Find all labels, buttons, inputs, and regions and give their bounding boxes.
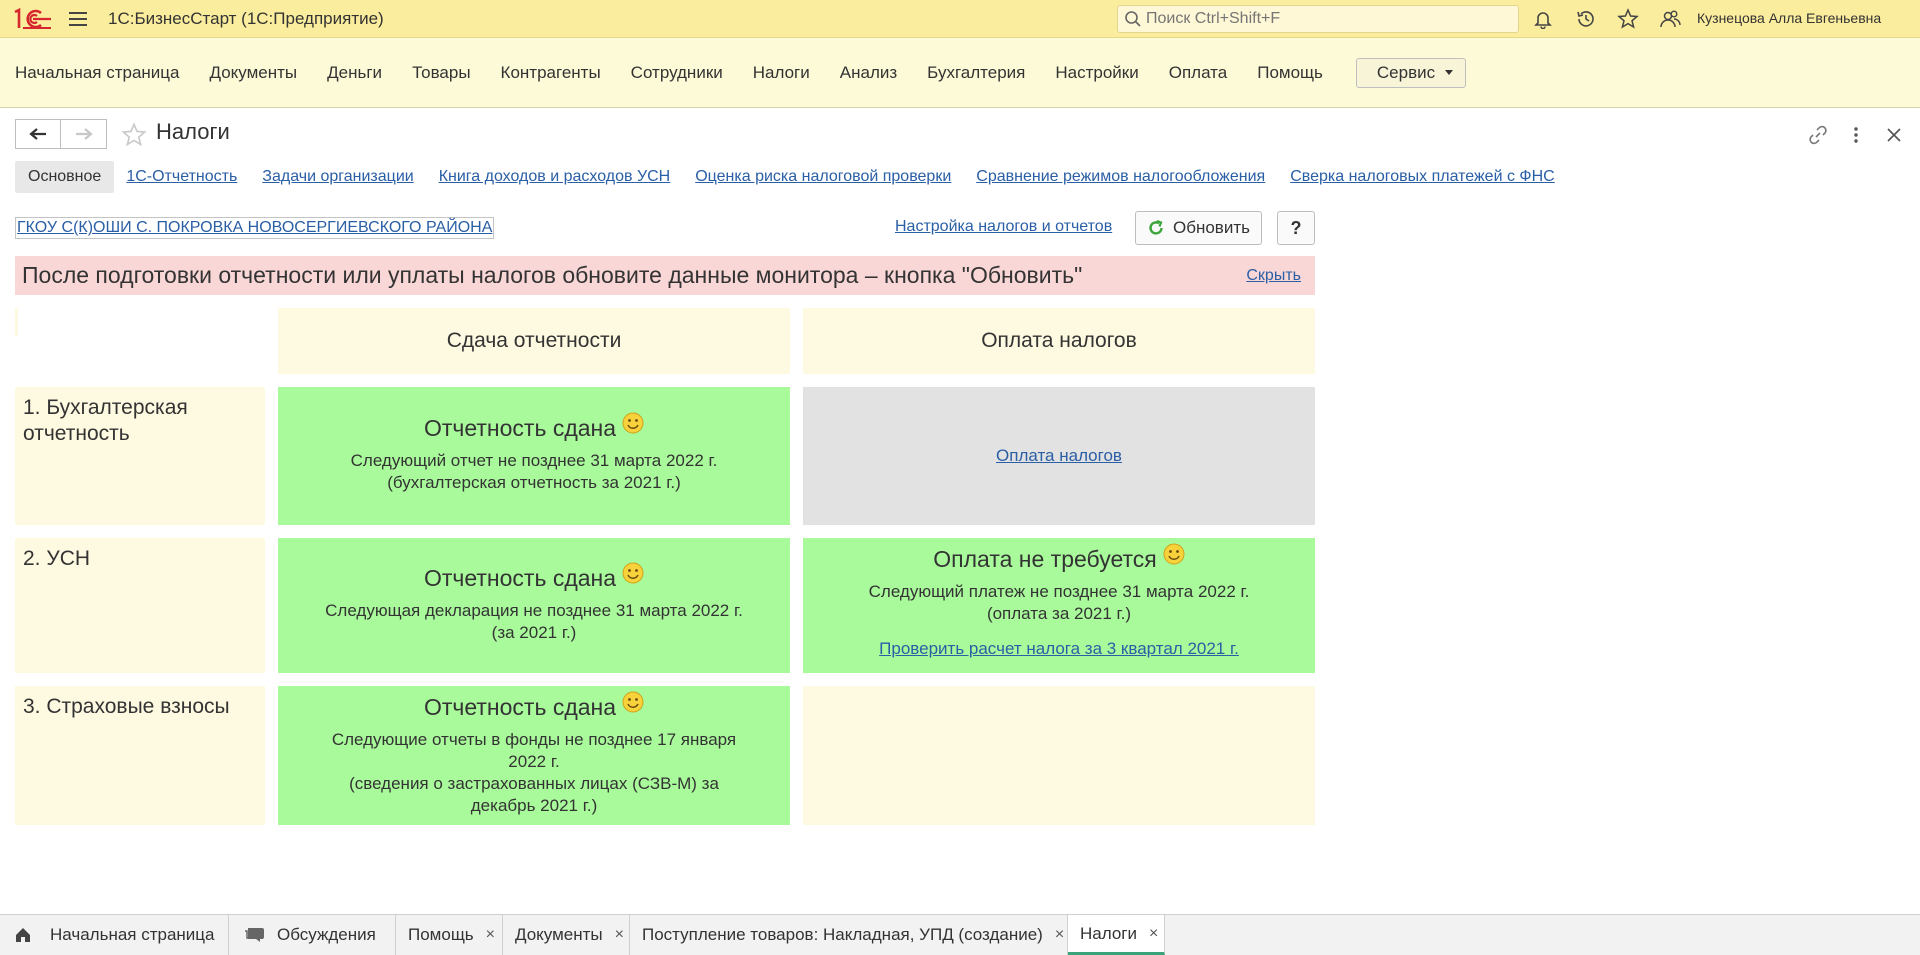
app-title: 1С:БизнесСтарт (1С:Предприятие): [108, 8, 384, 28]
tax-settings-link[interactable]: Настройка налогов и отчетов: [895, 218, 1112, 236]
tab-org-tasks[interactable]: Задачи организации: [262, 168, 413, 186]
report-status-accounting: Отчетность сдана Следующий отчет не позд…: [278, 387, 790, 525]
menu-item-help[interactable]: Помощь: [1257, 63, 1323, 83]
refresh-hint-banner: После подготовки отчетности или уплаты н…: [15, 256, 1315, 295]
row-label-insurance: 3. Страховые взносы: [15, 686, 265, 825]
close-tab-icon[interactable]: ×: [1055, 926, 1064, 944]
smile-icon: [622, 691, 644, 712]
hide-banner-link[interactable]: Скрыть: [1246, 267, 1301, 285]
status-line: Следующие отчеты в фонды не позднее 17 я…: [331, 730, 737, 749]
task-discussions[interactable]: Обсуждения: [229, 915, 396, 955]
service-label: Сервис: [1376, 62, 1436, 82]
menu-item-settings[interactable]: Настройки: [1055, 63, 1138, 83]
arrow-left-icon: [29, 128, 46, 140]
tab-main[interactable]: Основное: [15, 161, 115, 193]
task-documents[interactable]: Документы ×: [503, 915, 630, 955]
tab-tax-risk[interactable]: Оценка риска налоговой проверки: [695, 168, 951, 186]
tab-tax-regime-compare[interactable]: Сравнение режимов налогообложения: [976, 168, 1265, 186]
organization-link[interactable]: ГКОУ С(К)ОШИ С. ПОКРОВКА НОВОСЕРГИЕВСКОГ…: [15, 217, 495, 239]
refresh-label: Обновить: [1173, 218, 1250, 237]
refresh-button[interactable]: Обновить: [1135, 211, 1262, 245]
close-tab-icon[interactable]: ×: [615, 926, 624, 944]
report-status-insurance: Отчетность сдана Следующие отчеты в фонд…: [278, 686, 790, 825]
status-line: (сведения о застрахованных лицах (СЗВ-М)…: [349, 774, 719, 793]
close-tab-icon[interactable]: ×: [1149, 925, 1158, 943]
link-icon[interactable]: [1805, 122, 1831, 148]
home-icon: [16, 928, 30, 942]
favorite-star-icon[interactable]: [121, 122, 147, 153]
close-icon[interactable]: [1881, 122, 1907, 148]
back-button[interactable]: [15, 119, 61, 149]
menu-item-analysis[interactable]: Анализ: [840, 63, 897, 83]
status-line: Следующий платеж не позднее 31 марта 202…: [868, 582, 1250, 601]
task-goods-receipt[interactable]: Поступление товаров: Накладная, УПД (соз…: [630, 915, 1068, 955]
bell-icon[interactable]: [1531, 7, 1555, 31]
status-line: Следующая декларация не позднее 31 марта…: [325, 601, 743, 620]
status-title: Отчетность сдана: [278, 562, 790, 592]
users-icon[interactable]: [1658, 7, 1682, 31]
menu-item-taxes[interactable]: Налоги: [753, 63, 810, 83]
row-label-usn: 2. УСН: [15, 538, 265, 673]
open-windows-bar: Начальная страница Обсуждения Помощь × Д…: [0, 914, 1920, 955]
help-button[interactable]: ?: [1277, 211, 1315, 245]
logo-1c-icon[interactable]: [6, 0, 58, 38]
status-line: 2022 г.: [508, 752, 560, 771]
service-dropdown[interactable]: Сервис: [1355, 57, 1467, 88]
menu-icon[interactable]: [58, 0, 98, 38]
section-menu: Начальная страница Документы Деньги Това…: [0, 38, 1920, 108]
smile-icon: [1163, 543, 1185, 564]
tab-1c-reporting[interactable]: 1С-Отчетность: [126, 168, 237, 186]
status-line: (бухгалтерская отчетность за 2021 г.): [387, 473, 681, 492]
forward-button[interactable]: [61, 119, 107, 149]
smile-icon: [622, 562, 644, 583]
menu-item-counterparties[interactable]: Контрагенты: [501, 63, 601, 83]
check-tax-calculation-link[interactable]: Проверить расчет налога за 3 квартал 202…: [879, 639, 1239, 658]
status-line: (за 2021 г.): [491, 623, 577, 642]
task-home[interactable]: Начальная страница: [0, 915, 229, 955]
row-label-accounting: 1. Бухгалтерская отчетность: [15, 387, 265, 525]
search-icon: [1125, 11, 1141, 27]
tab-fns-reconciliation[interactable]: Сверка налоговых платежей с ФНС: [1290, 168, 1554, 186]
history-icon[interactable]: [1574, 7, 1598, 31]
column-header-reports: Сдача отчетности: [278, 308, 790, 374]
more-options-icon[interactable]: [1843, 122, 1869, 148]
pay-taxes-link[interactable]: Оплата налогов: [996, 446, 1122, 466]
task-help[interactable]: Помощь ×: [396, 915, 503, 955]
refresh-icon: [1149, 219, 1163, 235]
report-status-usn: Отчетность сдана Следующая декларация не…: [278, 538, 790, 673]
payment-status-insurance: [803, 686, 1315, 825]
status-line: (оплата за 2021 г.): [986, 604, 1132, 623]
menu-item-payment[interactable]: Оплата: [1169, 63, 1227, 83]
column-header-payments: Оплата налогов: [803, 308, 1315, 374]
tab-usn-book[interactable]: Книга доходов и расходов УСН: [439, 168, 671, 186]
form-tabs: Основное 1С-Отчетность Задачи организаци…: [15, 160, 1580, 194]
banner-text: После подготовки отчетности или уплаты н…: [22, 262, 1083, 288]
chat-icon: [245, 928, 264, 942]
menu-item-documents[interactable]: Документы: [210, 63, 298, 83]
smile-icon: [622, 412, 644, 433]
search-box[interactable]: [1117, 5, 1519, 33]
favorites-star-icon[interactable]: [1616, 7, 1640, 31]
grid-corner: [15, 308, 18, 336]
menu-item-accounting[interactable]: Бухгалтерия: [927, 63, 1025, 83]
arrow-right-icon: [75, 128, 93, 140]
payment-status-accounting: Оплата налогов: [803, 387, 1315, 525]
status-line: декабрь 2021 г.): [470, 796, 598, 815]
payment-status-usn: Оплата не требуется Следующий платеж не …: [803, 538, 1315, 673]
status-line: Следующий отчет не позднее 31 марта 2022…: [350, 451, 718, 470]
page-title: Налоги: [156, 119, 230, 144]
menu-item-goods[interactable]: Товары: [412, 63, 470, 83]
status-title: Оплата не требуется: [803, 543, 1315, 573]
menu-item-money[interactable]: Деньги: [327, 63, 382, 83]
user-name[interactable]: Кузнецова Алла Евгеньевна: [1697, 10, 1881, 26]
chevron-down-icon: [1445, 70, 1454, 75]
task-taxes[interactable]: Налоги ×: [1068, 915, 1165, 955]
status-title: Отчетность сдана: [278, 691, 790, 721]
search-input[interactable]: [1146, 10, 1506, 28]
title-bar: 1С:БизнесСтарт (1С:Предприятие) Кузнецов…: [0, 0, 1920, 38]
menu-item-employees[interactable]: Сотрудники: [631, 63, 723, 83]
status-title: Отчетность сдана: [278, 412, 790, 442]
menu-item-home[interactable]: Начальная страница: [15, 63, 180, 83]
close-tab-icon[interactable]: ×: [486, 926, 495, 944]
